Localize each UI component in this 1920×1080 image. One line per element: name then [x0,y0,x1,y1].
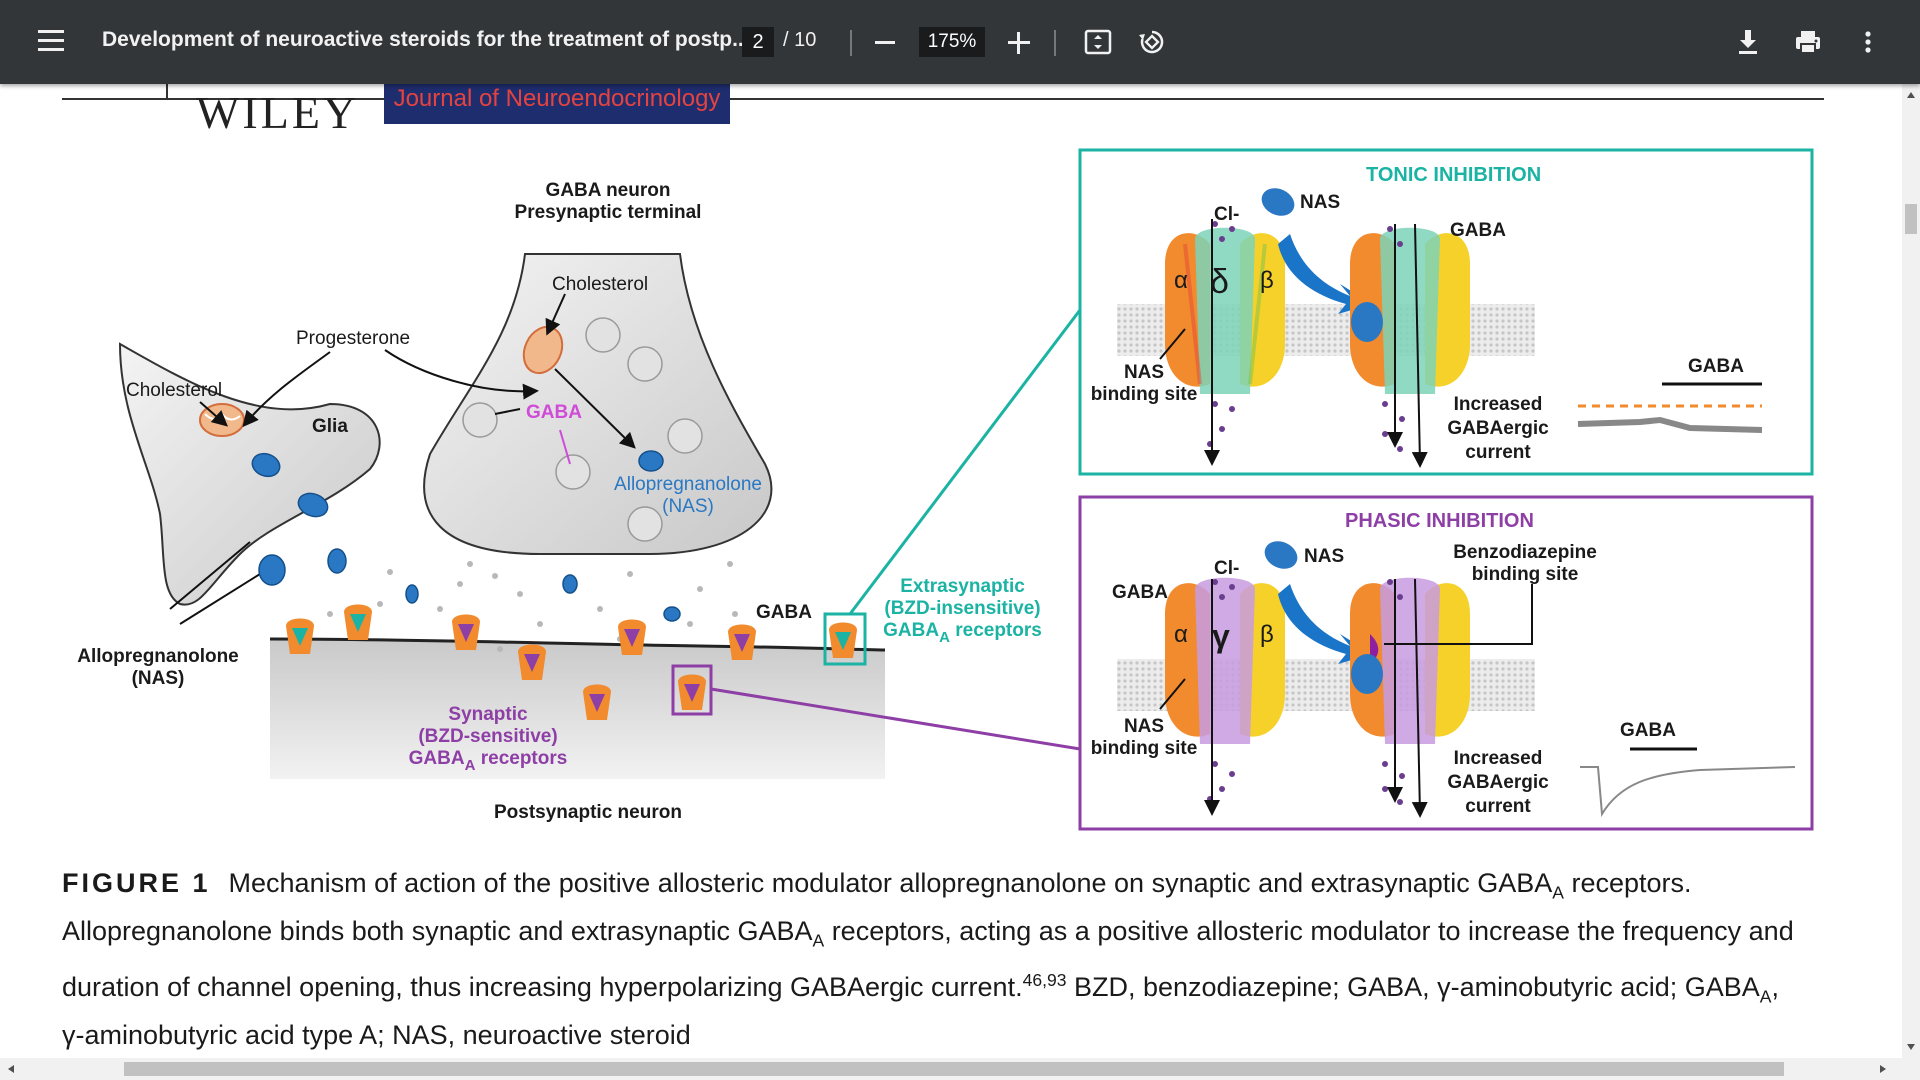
allo-left-label-2: (NAS) [131,668,185,689]
tonic-increased-3: current [1465,442,1531,463]
horizontal-scroll-thumb[interactable] [124,1062,1784,1076]
tonic-nas-site-1: NAS [1123,362,1165,383]
synaptic-label-3: GABAA receptors [408,748,568,774]
tonic-gaba-label: GABA [1450,220,1506,241]
phasic-bzd-site-1: Benzodiazepine [1453,542,1597,563]
phasic-nas-label: NAS [1304,546,1345,567]
tonic-title: TONIC INHIBITION [1366,164,1542,186]
phasic-gamma-label: γ [1212,618,1230,654]
gaba-cleft-label: GABA [756,602,812,623]
phasic-increased-2: GABAergic [1447,772,1549,793]
gaba-presyn-label: GABA [526,402,582,423]
allo-left-label-1: Allopregnanolone [77,646,239,667]
scroll-down-arrow-icon[interactable] [1907,1044,1915,1050]
phasic-nas-site-1: NAS [1123,716,1165,737]
scroll-right-arrow-icon[interactable] [1880,1065,1886,1073]
scroll-left-arrow-icon[interactable] [8,1065,14,1073]
figure-caption: FIGURE 1 Mechanism of action of the posit… [62,868,1794,1051]
presynaptic-label-2: Presynaptic terminal [514,202,702,223]
phasic-increased-3: current [1465,796,1531,817]
document-title: Development of neuroactive steroids for … [102,28,750,51]
extrasynaptic-label-1: Extrasynaptic [900,576,1025,597]
more-icon[interactable] [1852,26,1884,58]
vertical-scroll-thumb[interactable] [1905,204,1917,234]
tonic-nas-site-2: binding site [1090,384,1198,405]
phasic-trace-label: GABA [1620,720,1676,741]
tonic-nas-label: NAS [1300,192,1341,213]
glia-label: Glia [312,416,348,437]
presynaptic-label-1: GABA neuron [545,180,671,201]
menu-icon[interactable] [38,30,64,52]
tonic-alpha-label: α [1174,267,1188,294]
scroll-up-arrow-icon[interactable] [1907,92,1915,98]
page-total: / 10 [783,29,817,51]
zoom-out-button[interactable] [875,41,895,44]
phasic-title: PHASIC INHIBITION [1345,510,1534,532]
zoom-in-button[interactable] [1008,32,1030,54]
print-icon[interactable] [1792,26,1824,58]
postsynaptic-label: Postsynaptic neuron [494,802,682,823]
pdf-toolbar: Development of neuroactive steroids for … [0,0,1920,84]
progesterone-label: Progesterone [296,328,411,349]
tonic-increased-1: Increased [1453,394,1543,415]
rotate-icon[interactable] [1136,26,1168,58]
tonic-delta-label: δ [1210,263,1229,301]
phasic-beta-label: β [1260,621,1274,648]
allo-presyn-label-1: Allopregnanolone [614,474,762,495]
cholesterol-presyn-label: Cholesterol [552,274,649,295]
tonic-beta-label: β [1260,267,1274,294]
phasic-cl-label: Cl- [1214,558,1240,579]
tonic-increased-2: GABAergic [1447,418,1549,439]
tonic-trace-label: GABA [1688,356,1744,377]
phasic-alpha-label: α [1174,621,1188,648]
synaptic-label-2: (BZD-sensitive) [418,726,558,747]
phasic-gaba-label: GABA [1112,582,1168,603]
extrasynaptic-label-2: (BZD-insensitive) [884,598,1041,619]
horizontal-scrollbar[interactable] [0,1058,1920,1080]
zoom-level-input[interactable]: 175% [919,27,985,57]
pdf-page-view: WILEY Journal of Neuroendocrinology GABA… [0,84,1902,1058]
allo-presyn-label-2: (NAS) [662,496,714,517]
download-icon[interactable] [1732,26,1764,58]
extrasynaptic-label-3: GABAA receptors [883,620,1042,646]
toolbar-divider [1054,30,1056,56]
mechanism-diagram [118,148,1814,831]
page-number-input[interactable]: 2 [742,27,774,57]
phasic-bzd-site-2: binding site [1471,564,1579,585]
tonic-cl-label: Cl- [1214,204,1240,225]
vertical-scrollbar[interactable] [1902,84,1920,1058]
toolbar-divider [850,30,852,56]
cholesterol-glia-label: Cholesterol [126,380,223,401]
phasic-increased-1: Increased [1453,748,1543,769]
synaptic-label-1: Synaptic [448,704,528,725]
figure-label: FIGURE 1 [62,868,211,898]
fit-page-icon[interactable] [1082,26,1114,58]
phasic-nas-site-2: binding site [1090,738,1198,759]
